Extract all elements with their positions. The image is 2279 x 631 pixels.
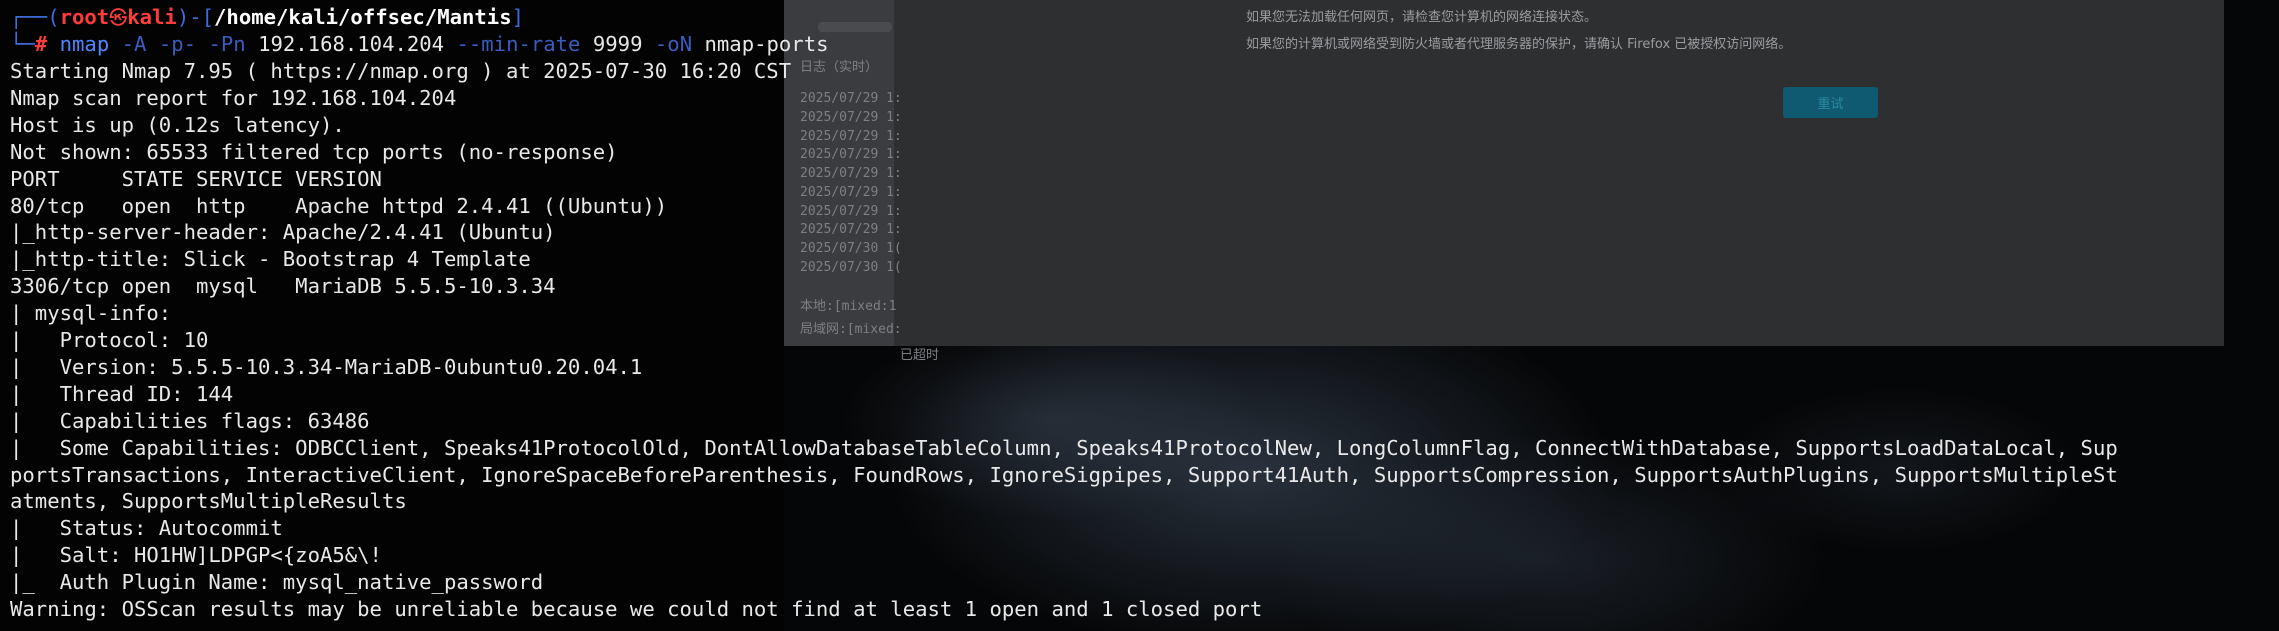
- prompt-user: root: [59, 5, 110, 29]
- output-line: Nmap scan report for 192.168.104.204: [10, 85, 457, 110]
- prompt-host: kali: [127, 5, 177, 29]
- output-line: Host is up (0.12s latency).: [10, 112, 345, 137]
- output-line: Starting Nmap 7.95 ( https://nmap.org ) …: [10, 59, 792, 83]
- output-line: | Thread ID: 144: [10, 381, 234, 406]
- output-line: | Some Capabilities: ODBCClient, Speaks4…: [10, 435, 2118, 460]
- terminal-window[interactable]: ┌──(root㉿kali)-[/home/kali/offsec/Mantis…: [0, 0, 2230, 631]
- output-line: |_ Auth Plugin Name: mysql_native_passwo…: [10, 570, 544, 595]
- output-line: Not shown: 65533 filtered tcp ports (no-…: [10, 139, 618, 164]
- prompt-line: ┌──(root㉿kali)-[/home/kali/offsec/Mantis…: [10, 5, 525, 29]
- output-line: |_http-title: Slick - Bootstrap 4 Templa…: [10, 247, 531, 272]
- command-line[interactable]: └─# nmap -A -p- -Pn 192.168.104.204 --mi…: [10, 31, 829, 58]
- prompt-path: /home/kali/offsec/Mantis: [214, 5, 512, 29]
- command-arg: -oN: [654, 32, 693, 56]
- output-line: | Status: Autocommit: [10, 516, 283, 541]
- command-arg: 192.168.104.204: [258, 32, 445, 56]
- output-line: | Capabilities flags: 63486: [10, 408, 370, 433]
- output-line: | mysql-info:: [10, 301, 184, 326]
- command-program: nmap: [59, 32, 110, 56]
- output-line: 3306/tcp open mysql MariaDB 5.5.5-10.3.3…: [10, 274, 556, 299]
- output-line: atments, SupportsMultipleResults: [10, 489, 407, 514]
- command-arg: nmap-ports: [704, 32, 829, 56]
- prompt-hash: #: [34, 32, 48, 56]
- command-arg: -p-: [158, 32, 197, 56]
- command-arg: -Pn: [208, 32, 246, 56]
- command-args: -A -p- -Pn 192.168.104.204 --min-rate 99…: [109, 32, 829, 56]
- output-line: Warning: OSScan results may be unreliabl…: [10, 597, 1263, 621]
- command-arg: --min-rate: [456, 32, 581, 56]
- output-line: |_http-server-header: Apache/2.4.41 (Ubu…: [10, 220, 556, 245]
- output-line: portsTransactions, InteractiveClient, Ig…: [10, 462, 2118, 487]
- output-line: PORT STATE SERVICE VERSION: [10, 166, 382, 191]
- output-line: | Protocol: 10: [10, 328, 209, 352]
- output-line: | Salt: HO1HW]LDPGP<{zoA5&\!: [10, 543, 382, 568]
- output-line: 80/tcp open http Apache httpd 2.4.41 ((U…: [10, 193, 668, 218]
- command-arg: -A: [121, 32, 147, 56]
- command-arg: 9999: [592, 32, 643, 56]
- kali-skull-icon: ㉿: [109, 8, 128, 29]
- output-line: | Version: 5.5.5-10.3.34-MariaDB-0ubuntu…: [10, 354, 643, 379]
